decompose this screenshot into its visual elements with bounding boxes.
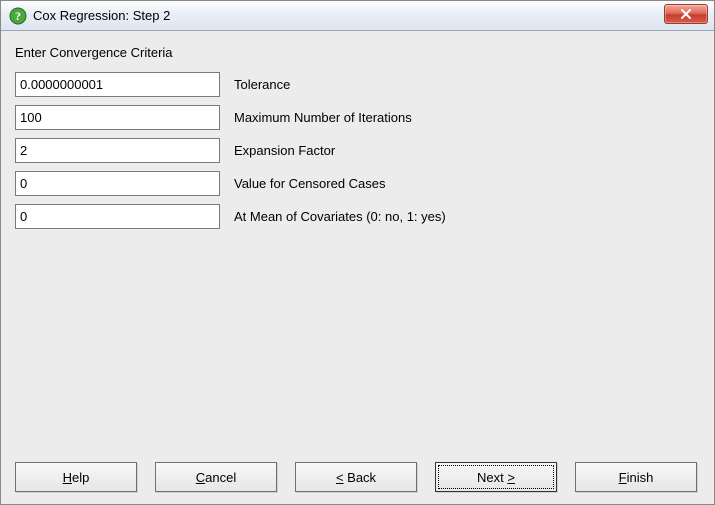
field-row-tolerance: Tolerance: [15, 72, 700, 97]
window-title: Cox Regression: Step 2: [33, 8, 170, 23]
expansion-label: Expansion Factor: [234, 143, 335, 158]
button-bar: Help Cancel < Back Next > Finish: [15, 454, 700, 492]
censored-input[interactable]: [15, 171, 220, 196]
field-row-censored: Value for Censored Cases: [15, 171, 700, 196]
field-row-expansion: Expansion Factor: [15, 138, 700, 163]
btn-text: Finish: [619, 470, 654, 485]
svg-text:?: ?: [15, 9, 21, 23]
help-icon: ?: [9, 7, 27, 25]
btn-text: Cancel: [196, 470, 236, 485]
field-row-atmean: At Mean of Covariates (0: no, 1: yes): [15, 204, 700, 229]
client-area: Enter Convergence Criteria Tolerance Max…: [1, 31, 714, 504]
instruction-text: Enter Convergence Criteria: [15, 45, 700, 60]
close-button[interactable]: [664, 4, 708, 24]
form: Tolerance Maximum Number of Iterations E…: [15, 72, 700, 454]
next-button[interactable]: Next >: [435, 462, 557, 492]
iterations-input[interactable]: [15, 105, 220, 130]
cancel-button[interactable]: Cancel: [155, 462, 277, 492]
atmean-label: At Mean of Covariates (0: no, 1: yes): [234, 209, 446, 224]
btn-text: Help: [63, 470, 90, 485]
btn-text: < Back: [336, 470, 376, 485]
dialog-window: ? Cox Regression: Step 2 Enter Convergen…: [0, 0, 715, 505]
btn-text: Next >: [477, 470, 515, 485]
field-row-iterations: Maximum Number of Iterations: [15, 105, 700, 130]
back-button[interactable]: < Back: [295, 462, 417, 492]
tolerance-label: Tolerance: [234, 77, 290, 92]
expansion-input[interactable]: [15, 138, 220, 163]
atmean-input[interactable]: [15, 204, 220, 229]
finish-button[interactable]: Finish: [575, 462, 697, 492]
help-button[interactable]: Help: [15, 462, 137, 492]
censored-label: Value for Censored Cases: [234, 176, 386, 191]
tolerance-input[interactable]: [15, 72, 220, 97]
close-icon: [680, 9, 692, 19]
iterations-label: Maximum Number of Iterations: [234, 110, 412, 125]
title-bar: ? Cox Regression: Step 2: [1, 1, 714, 31]
